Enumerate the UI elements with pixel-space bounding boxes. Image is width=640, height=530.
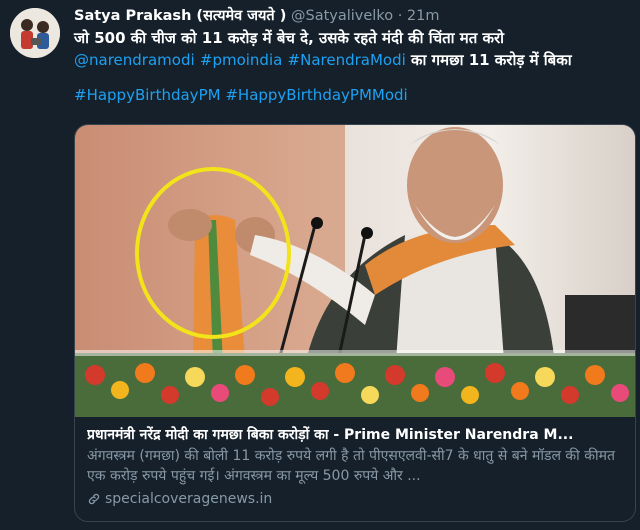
tweet[interactable]: Satya Prakash (सत्यमेव जयते ) @Satyalive… bbox=[0, 0, 640, 530]
separator-dot: · bbox=[397, 8, 403, 24]
hashtag-line: #HappyBirthdayPM #HappyBirthdayPMModi bbox=[74, 84, 634, 106]
tweet-text-line2: @narendramodi #pmoindia #NarendraModi का… bbox=[74, 49, 634, 71]
hashtag-pmoindia[interactable]: #pmoindia bbox=[200, 51, 282, 69]
tweet-text-tail: का गमछा 11 करोड़ में बिका bbox=[411, 51, 572, 69]
avatar[interactable] bbox=[10, 8, 60, 58]
card-image[interactable] bbox=[75, 125, 635, 417]
card-domain-row[interactable]: specialcoveragenews.in bbox=[87, 489, 623, 509]
tweet-header: Satya Prakash (सत्यमेव जयते ) @Satyalive… bbox=[74, 6, 634, 26]
link-card[interactable]: प्रधानमंत्री नरेंद्र मोदी का गमछा बिका क… bbox=[74, 124, 636, 522]
tweet-text-line1: जो 500 की चीज को 11 करोड़ में बेच दे, उस… bbox=[74, 29, 505, 47]
card-photo bbox=[75, 125, 635, 417]
tweet-content: Satya Prakash (सत्यमेव जयते ) @Satyalive… bbox=[74, 6, 634, 106]
mention-narendramodi[interactable]: @narendramodi bbox=[74, 51, 195, 69]
hashtag-narendramodi[interactable]: #NarendraModi bbox=[288, 51, 406, 69]
avatar-image bbox=[10, 8, 60, 58]
card-title[interactable]: प्रधानमंत्री नरेंद्र मोदी का गमछा बिका क… bbox=[87, 425, 623, 445]
author-handle[interactable]: @Satyalivelko bbox=[291, 8, 393, 24]
author-name[interactable]: Satya Prakash (सत्यमेव जयते ) bbox=[74, 8, 286, 24]
hashtag-happybirthdaypm[interactable]: #HappyBirthdayPM bbox=[74, 86, 221, 104]
link-icon bbox=[88, 493, 100, 505]
card-body: प्रधानमंत्री नरेंद्र मोदी का गमछा बिका क… bbox=[75, 417, 635, 509]
tweet-timestamp[interactable]: 21m bbox=[407, 8, 440, 24]
card-description: अंगवस्त्रम (गमछा) की बोली 11 करोड़ रुपये… bbox=[87, 448, 615, 484]
hashtag-happybirthdaypmmodi[interactable]: #HappyBirthdayPMModi bbox=[225, 86, 407, 104]
card-domain: specialcoveragenews.in bbox=[105, 491, 273, 507]
